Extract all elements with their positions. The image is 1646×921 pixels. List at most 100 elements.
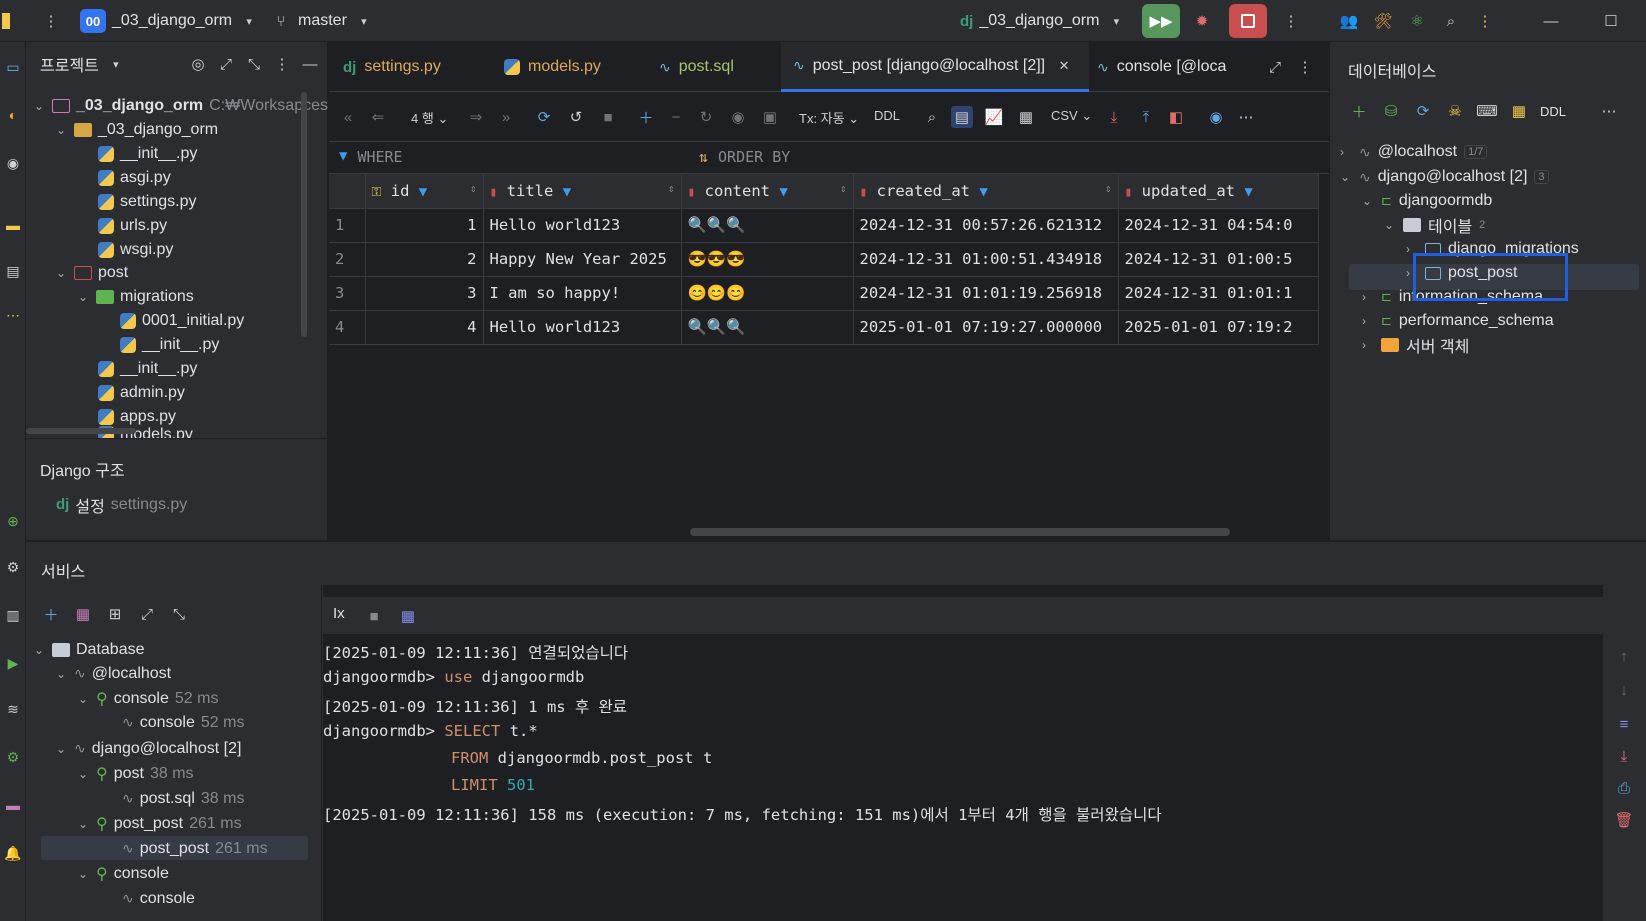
db-node-localhost[interactable]: › ∿ @localhost 1/7 xyxy=(1340,140,1488,164)
table-row[interactable]: 1 1 Hello world123 🔍🔍🔍 2024-12-31 00:57:… xyxy=(329,208,1319,243)
next-page-icon[interactable]: ⇒ xyxy=(465,106,487,128)
branch-switcher[interactable]: ⑂ master ▾ xyxy=(270,0,375,42)
options-icon[interactable]: ⋮ xyxy=(271,53,293,75)
tree-node[interactable]: 0001_initial.py xyxy=(120,308,244,333)
print-icon[interactable]: ⎙ xyxy=(1613,777,1635,799)
project-switcher[interactable]: 00 _03_django_orm ▾ xyxy=(80,0,260,42)
last-page-icon[interactable]: » xyxy=(495,106,517,128)
table-row[interactable]: 4 4 Hello world123 🔍🔍🔍 2025-01-01 07:19:… xyxy=(329,310,1319,345)
structure-icon[interactable]: ▤ xyxy=(2,260,24,282)
group-icon[interactable]: ▦ xyxy=(72,603,94,625)
maximize-icon[interactable]: ☐ xyxy=(1600,10,1622,32)
problems-icon[interactable]: ▬ xyxy=(2,794,24,816)
db-node-tables[interactable]: ⌄ 테이블 2 xyxy=(1384,213,1485,237)
layout-icon[interactable]: ▦ xyxy=(397,605,419,627)
settings-icon[interactable]: ⋮ xyxy=(1474,10,1496,32)
db-node-schema[interactable]: ⌄ ⊏ djangoormdb xyxy=(1362,189,1492,213)
disconnect-icon[interactable]: ☠ xyxy=(1444,100,1466,122)
more-icon[interactable]: ⋯ xyxy=(1235,106,1257,128)
column-header-updated-at[interactable]: ▮ updated_at ▼ xyxy=(1118,174,1319,209)
expand-all-icon[interactable]: ⤢ xyxy=(136,603,158,625)
project-panel-title[interactable]: 프로젝트 xyxy=(40,52,99,76)
tab-settings[interactable]: dj settings.py xyxy=(343,42,441,92)
hide-icon[interactable]: — xyxy=(299,53,321,75)
cell-id[interactable]: 4 xyxy=(365,310,484,345)
order-by-filter[interactable]: ⇅ ORDER BY xyxy=(699,148,790,166)
refresh-icon[interactable]: ⟳ xyxy=(533,106,555,128)
add-icon[interactable]: ＋ xyxy=(1348,100,1370,122)
tab-post-post[interactable]: ∿ post_post [django@localhost [2]] ✕ xyxy=(781,42,1090,92)
cell-id[interactable]: 2 xyxy=(365,242,484,277)
tree-node[interactable]: urls.py xyxy=(98,213,167,238)
tree-node[interactable]: settings.py xyxy=(98,189,196,214)
cell-id[interactable]: 3 xyxy=(365,276,484,311)
revert-icon[interactable]: ↻ xyxy=(695,106,717,128)
tree-node[interactable]: admin.py xyxy=(98,380,185,405)
sort-icon[interactable]: ⇕ xyxy=(1105,182,1112,195)
ddl-button[interactable]: DDL xyxy=(874,108,900,123)
service-node[interactable]: ⌄ ⚲ post 38 ms xyxy=(78,761,194,786)
service-node[interactable]: ⌄ ⚲ console 52 ms xyxy=(78,686,218,711)
export-format-selector[interactable]: CSV ⌄ xyxy=(1051,108,1092,124)
close-icon[interactable]: ✕ xyxy=(1053,55,1075,77)
stop-button[interactable] xyxy=(1229,4,1267,38)
cell-created-at[interactable]: 2024-12-31 00:57:26.621312 xyxy=(853,208,1119,243)
grid-horizontal-scrollbar[interactable] xyxy=(690,528,1230,536)
stop-icon[interactable]: ■ xyxy=(597,106,619,128)
service-node[interactable]: ∿ post_post 261 ms xyxy=(122,836,268,861)
filter-icon[interactable]: ▼ xyxy=(1244,184,1252,200)
service-node[interactable]: ⌄ ⚲ post_post 261 ms xyxy=(78,811,242,836)
tree-node[interactable]: __init__.py xyxy=(98,356,197,381)
expand-all-icon[interactable]: ⤢ xyxy=(215,53,237,75)
services-icon[interactable]: ▶ xyxy=(2,652,24,674)
service-node[interactable]: ⌄ ∿ @localhost xyxy=(56,661,171,686)
chevron-down-icon[interactable]: ▾ xyxy=(105,53,127,75)
code-with-me-icon[interactable]: 👥 xyxy=(1338,10,1360,32)
view-mode-icon[interactable]: ▦ xyxy=(1015,106,1037,128)
cell-updated-at[interactable]: 2024-12-31 01:00:5 xyxy=(1118,242,1319,277)
cell-id[interactable]: 1 xyxy=(365,208,484,243)
service-node[interactable]: ∿ console xyxy=(122,886,195,911)
sort-icon[interactable]: ⇕ xyxy=(840,182,847,195)
column-header-created-at[interactable]: ▮ created_at ▼ ⇕ xyxy=(853,174,1119,209)
debug-icon[interactable]: ✹ xyxy=(1191,10,1213,32)
column-header-content[interactable]: ▮ content ▼ ⇕ xyxy=(681,174,854,209)
delete-row-icon[interactable]: − xyxy=(665,106,687,128)
tree-node[interactable]: __init__.py xyxy=(120,332,219,357)
chart-icon[interactable]: 📈 xyxy=(983,106,1005,128)
service-node[interactable]: ⌄ Database xyxy=(34,637,145,662)
soft-wrap-icon[interactable]: ≡ xyxy=(1613,713,1635,735)
tree-node[interactable]: ⌄ migrations xyxy=(78,284,194,309)
service-node[interactable]: ⌄ ∿ django@localhost [2] xyxy=(56,736,241,761)
compare-icon[interactable]: ◧ xyxy=(1165,106,1187,128)
column-header-id[interactable]: ⚿ id ▼ ⇕ xyxy=(365,174,484,209)
stop-icon[interactable]: ■ xyxy=(363,605,385,627)
table-row[interactable]: 2 2 Happy New Year 2025 😎😎😎 2024-12-31 0… xyxy=(329,242,1319,277)
db-node-performance-schema[interactable]: › ⊏ performance_schema xyxy=(1362,309,1554,333)
first-page-icon[interactable]: « xyxy=(337,106,359,128)
tree-node[interactable]: wsgi.py xyxy=(98,237,173,262)
cell-content[interactable]: 😊😊😊 xyxy=(681,276,854,311)
transaction-mode-selector[interactable]: Tx: 자동 ⌄ xyxy=(799,108,859,127)
collapse-all-icon[interactable]: ⤡ xyxy=(243,53,265,75)
refresh-icon[interactable]: ⟳ xyxy=(1412,100,1434,122)
service-node[interactable]: ∿ post.sql 38 ms xyxy=(122,786,244,811)
horizontal-scrollbar[interactable] xyxy=(26,428,136,434)
cell-updated-at[interactable]: 2024-12-31 01:01:1 xyxy=(1118,276,1319,311)
locate-icon[interactable]: ◎ xyxy=(187,53,209,75)
python-packages-icon[interactable]: ⊕ xyxy=(2,510,24,532)
add-service-icon[interactable]: ＋ xyxy=(40,603,62,625)
cell-content[interactable]: 😎😎😎 xyxy=(681,242,854,277)
filter-icon[interactable]: ▼ xyxy=(979,184,987,200)
terminal-icon[interactable]: ▥ xyxy=(2,604,24,626)
data-source-properties-icon[interactable]: ⛁ xyxy=(1380,100,1402,122)
db-node-django-localhost[interactable]: ⌄ ∿ django@localhost [2] 3 xyxy=(1340,165,1549,189)
more-actions-icon[interactable]: ⋮ xyxy=(1280,10,1302,32)
tab-options-icon[interactable]: ⋮ xyxy=(1294,56,1316,78)
cell-content[interactable]: 🔍🔍🔍 xyxy=(681,310,854,345)
tools-icon[interactable]: 🛠 xyxy=(1372,10,1394,32)
more-icon[interactable]: ⋯ xyxy=(1598,100,1620,122)
tab-models[interactable]: models.py xyxy=(504,42,601,92)
cell-created-at[interactable]: 2024-12-31 01:00:51.434918 xyxy=(853,242,1119,277)
tree-node[interactable]: asgi.py xyxy=(98,165,171,190)
